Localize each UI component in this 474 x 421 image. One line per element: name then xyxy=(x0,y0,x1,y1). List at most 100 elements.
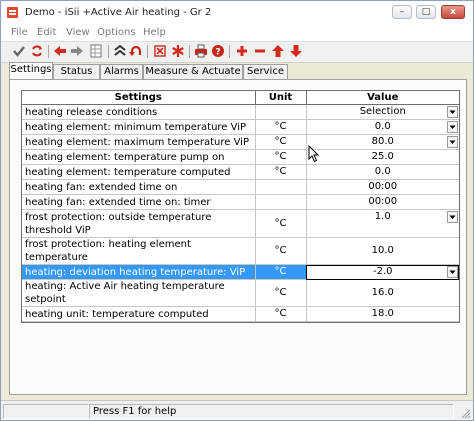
table-row[interactable]: heating release conditions Selection xyxy=(22,104,459,120)
tab-settings[interactable]: Settings xyxy=(9,62,53,79)
setting-name-cell[interactable]: heating fan: extended time on: timer xyxy=(22,194,256,210)
unit-cell: °C xyxy=(255,134,307,150)
refresh-icon[interactable] xyxy=(30,44,44,58)
value-text: 1.0 xyxy=(374,211,391,222)
setting-name-cell[interactable]: frost protection: outside temperature th… xyxy=(22,209,256,238)
column-header-settings[interactable]: Settings xyxy=(22,91,256,105)
unit-cell: °C xyxy=(255,149,307,165)
value-text: 00:00 xyxy=(368,196,398,207)
menu-options[interactable]: Options xyxy=(97,27,136,38)
menu-file[interactable]: File xyxy=(11,27,28,38)
tab-bar: Settings Status Alarms Measure & Actuate… xyxy=(9,62,469,79)
value-cell[interactable]: 0.0 xyxy=(306,119,459,135)
mouse-cursor-icon xyxy=(308,145,320,163)
setting-name-cell[interactable]: heating element: temperature computed xyxy=(22,164,256,180)
unit-cell: °C xyxy=(255,119,307,135)
menu-edit[interactable]: Edit xyxy=(37,27,56,38)
value-text: 0.0 xyxy=(374,166,391,177)
column-header-unit[interactable]: Unit xyxy=(255,91,307,105)
back-arrow-icon[interactable] xyxy=(53,44,67,58)
table-row[interactable]: frost protection: outside temperature th… xyxy=(22,209,459,238)
resize-grip-icon[interactable] xyxy=(459,407,471,419)
app-icon xyxy=(7,7,18,18)
value-cell[interactable]: Selection xyxy=(306,104,459,120)
collapse-icon[interactable] xyxy=(113,44,127,58)
unit-cell: °C xyxy=(255,279,307,307)
table-row[interactable]: frost protection: heating element temper… xyxy=(22,237,459,265)
value-cell[interactable]: 00:00 xyxy=(306,179,459,195)
undo-icon[interactable] xyxy=(129,44,143,58)
setting-name-cell[interactable]: heating unit: temperature computed xyxy=(22,306,256,322)
value-cell[interactable]: 18.0 xyxy=(306,306,459,322)
dropdown-button[interactable] xyxy=(447,211,458,223)
table-row[interactable]: heating element: temperature pump on °C 25… xyxy=(22,149,459,165)
add-icon[interactable] xyxy=(235,44,249,58)
setting-name-cell[interactable]: heating element: minimum temperature ViP xyxy=(22,119,256,135)
value-cell[interactable]: 00:00 xyxy=(306,194,459,210)
toolbar-separator xyxy=(147,45,148,58)
setting-name-cell[interactable]: heating element: temperature pump on xyxy=(22,149,256,165)
dropdown-button[interactable] xyxy=(447,266,458,278)
remove-icon[interactable] xyxy=(253,44,267,58)
move-down-icon[interactable] xyxy=(289,44,303,58)
toolbar-separator xyxy=(229,45,230,58)
value-cell[interactable]: 10.0 xyxy=(306,237,459,265)
tab-status[interactable]: Status xyxy=(53,64,100,79)
table-row[interactable]: heating: Active Air heating temperature … xyxy=(22,279,459,307)
setting-name-cell[interactable]: heating release conditions xyxy=(22,104,256,120)
tab-service[interactable]: Service xyxy=(243,64,288,79)
minimize-button[interactable]: – xyxy=(392,5,412,19)
tab-alarms[interactable]: Alarms xyxy=(100,64,143,79)
table-row[interactable]: heating element: minimum temperature ViP… xyxy=(22,119,459,135)
value-cell[interactable]: 0.0 xyxy=(306,164,459,180)
setting-name-cell[interactable]: heating fan: extended time on xyxy=(22,179,256,195)
unit-cell xyxy=(255,104,307,120)
table-row[interactable]: heating element: temperature computed °C 0… xyxy=(22,164,459,180)
close-button[interactable]: x xyxy=(441,5,465,19)
grid-header: Settings Unit Value xyxy=(22,91,459,105)
menu-bar: File Edit View Options Help xyxy=(1,25,473,41)
value-cell[interactable]: 25.0 xyxy=(306,149,459,165)
dropdown-button[interactable] xyxy=(447,106,458,118)
setting-name-cell[interactable]: heating element: maximum temperature ViP xyxy=(22,134,256,150)
table-row[interactable]: heating fan: extended time on: timer 00:0… xyxy=(22,194,459,210)
asterisk-icon[interactable] xyxy=(171,44,185,58)
tab-measure-actuate[interactable]: Measure & Actuate xyxy=(143,64,243,79)
dropdown-button[interactable] xyxy=(447,136,458,148)
unit-cell: °C xyxy=(255,164,307,180)
table-row[interactable]: heating element: maximum temperature ViP… xyxy=(22,134,459,150)
dropdown-button[interactable] xyxy=(447,121,458,133)
status-pane xyxy=(3,404,89,419)
table-row[interactable]: heating unit: temperature computed °C 18.0 xyxy=(22,306,459,322)
grid-icon[interactable] xyxy=(89,44,103,58)
column-header-value[interactable]: Value xyxy=(306,91,459,105)
chevron-down-icon xyxy=(449,140,456,144)
settings-grid: Settings Unit Value heating release cond… xyxy=(21,90,460,323)
cancel-box-icon[interactable] xyxy=(153,44,167,58)
maximize-button[interactable]: □ xyxy=(416,5,436,19)
setting-name-cell[interactable]: frost protection: heating element temper… xyxy=(22,237,256,265)
print-icon[interactable] xyxy=(194,44,208,58)
help-icon[interactable]: ? xyxy=(211,44,225,58)
value-cell[interactable]: -2.0 xyxy=(306,264,459,280)
chevron-down-icon xyxy=(449,215,456,219)
forward-arrow-icon[interactable] xyxy=(70,44,84,58)
value-cell[interactable]: 1.0 xyxy=(306,209,459,238)
setting-name-cell[interactable]: heating: deviation heating temperature: … xyxy=(22,264,256,280)
close-icon: x xyxy=(450,7,456,17)
value-text: 18.0 xyxy=(371,308,394,319)
toolbar-separator xyxy=(189,45,190,58)
maximize-icon: □ xyxy=(421,7,431,17)
value-cell[interactable]: 80.0 xyxy=(306,134,459,150)
app-window: Demo - iSii +Active Air heating - Gr 2 –… xyxy=(0,0,474,421)
setting-name-cell[interactable]: heating: Active Air heating temperature … xyxy=(22,279,256,307)
check-icon[interactable] xyxy=(12,44,26,58)
table-row[interactable]: heating fan: extended time on 00:00 xyxy=(22,179,459,195)
move-up-icon[interactable] xyxy=(271,44,285,58)
table-row[interactable]: heating: deviation heating temperature: … xyxy=(22,264,459,280)
menu-view[interactable]: View xyxy=(66,27,90,38)
chevron-down-icon xyxy=(449,125,456,129)
title-bar[interactable]: Demo - iSii +Active Air heating - Gr 2 –… xyxy=(1,1,473,25)
value-cell[interactable]: 16.0 xyxy=(306,279,459,307)
menu-help[interactable]: Help xyxy=(143,27,166,38)
